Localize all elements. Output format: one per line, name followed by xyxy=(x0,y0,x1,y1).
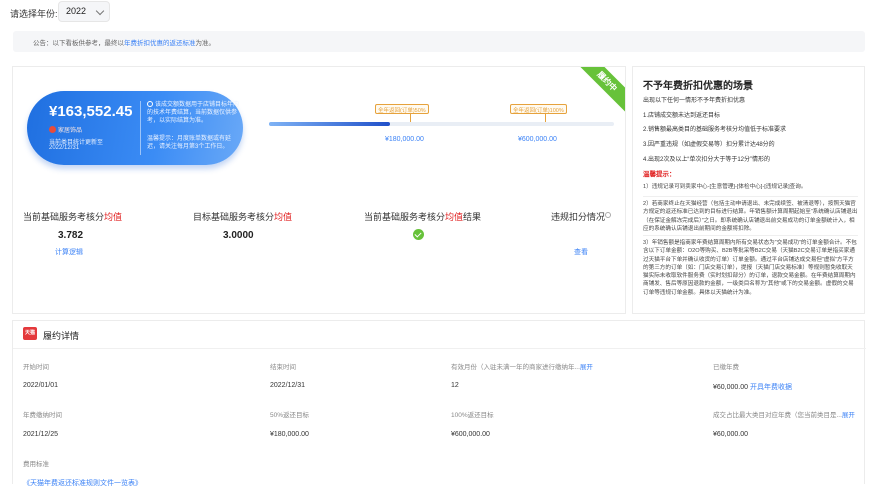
year-filter-label: 请选择年份: xyxy=(10,9,58,19)
field-label: 已缴年费 xyxy=(713,364,739,371)
field-label: 开始时间 xyxy=(23,364,49,371)
rules-card: 不予年费折扣优惠的场景 出现以下任何一情形不予年费折扣优惠 1.店铺成交额未达到… xyxy=(632,66,865,314)
field-label: 费用标准 xyxy=(23,461,49,468)
issue-receipt-link[interactable]: 开具年费收据 xyxy=(750,384,792,391)
revenue-tip: 该成交额数据用于店铺目标年内的技术年费结算，当前数据仅供参考，以实际结算为准。 xyxy=(147,102,240,124)
metric-target-score-title: 目标基础服务考核分均值 xyxy=(193,210,292,223)
field-value: ¥600,000.00 xyxy=(451,431,490,438)
field-label: 50%返还目标 xyxy=(270,412,310,419)
target-flag-100-stem xyxy=(545,113,546,122)
fee-standard-link[interactable]: 《天猫年费返还标准规则文件一览表》 xyxy=(23,478,142,488)
field-value: 2022/12/31 xyxy=(270,382,306,389)
expand-link[interactable]: 展开 xyxy=(580,364,593,371)
revenue-reminder: 温馨提示：月度账单数据或有延迟，请关注每月第3个工作日。 xyxy=(147,136,232,150)
notice-link[interactable]: 年费折扣优惠的返还标准 xyxy=(124,40,196,47)
notice-prefix: 公告：以下看板供参考，最终以 xyxy=(33,40,124,47)
update-date: 2022/12/31 xyxy=(49,145,80,151)
rules-divider xyxy=(643,235,858,236)
target-flag-100: 全年返回(订单)100% xyxy=(510,104,567,114)
metric-title-highlight: 均值 xyxy=(274,212,293,222)
notice-suffix: 为准。 xyxy=(195,40,216,47)
metric-current-score-value: 3.782 xyxy=(58,230,84,241)
expand-link[interactable]: 展开 xyxy=(842,412,855,419)
rules-warning-title: 温馨提示： xyxy=(643,171,676,178)
field-value: ¥60,000.00 xyxy=(713,431,749,438)
tmall-logo: 天猫 xyxy=(23,327,37,340)
rule-item: 2.销售额最高类目的基础服务考核分均值低于标准要求 xyxy=(643,127,787,133)
field-label: 成交占比最大类目对应年费（您当前类目是...展开 xyxy=(713,409,855,419)
revenue-card: ¥163,552.45 家居饰品 当前类目统计更新至 2022/12/31 该成… xyxy=(27,91,243,165)
field-label: 有效月份（入驻未满一年的商家进行缴纳年...展开 xyxy=(451,361,593,371)
field-label: 结束时间 xyxy=(270,364,296,371)
metric-title-text: 违规扣分情况 xyxy=(551,212,606,222)
progress-fill xyxy=(269,122,390,126)
rule-item: 1.店铺成交额未达到返还目标 xyxy=(643,113,721,119)
detail-divider xyxy=(13,348,866,349)
field-value-text: ¥60,000.00 xyxy=(713,384,749,391)
target-flag-50-stem xyxy=(410,113,411,122)
metric-title-highlight: 均值 xyxy=(104,212,123,222)
check-circle-icon xyxy=(413,229,424,240)
calc-logic-link[interactable]: 计算逻辑 xyxy=(55,247,83,257)
field-label: 100%返还目标 xyxy=(451,412,494,419)
field-value: ¥60,000.00 开具年费收据 xyxy=(713,382,792,392)
metric-title-suffix: 结果 xyxy=(463,212,482,222)
metric-current-score-title: 当前基础服务考核分均值 xyxy=(23,210,122,223)
status-ribbon: 履约中 xyxy=(572,67,625,116)
rules-note-3: 3）年销售额是指商家年费结算周期内所有交易状态为“交易成功”的订单金额合计。不包… xyxy=(643,240,857,296)
rules-note-1: 1）违规记录可到卖家中心-[生意管理]-[体检中心]-[违规记录]查询。 xyxy=(643,184,807,190)
metric-title-highlight: 均值 xyxy=(445,212,464,222)
target-value-100: ¥600,000.00 xyxy=(518,136,557,143)
performance-detail-card: 天猫 履约详情 开始时间 2022/01/01 结束时间 2022/12/31 … xyxy=(12,320,866,487)
rules-title: 不予年费折扣优惠的场景 xyxy=(643,81,753,92)
metric-target-score-value: 3.0000 xyxy=(223,230,254,241)
field-label-text: 成交占比最大类目对应年费（您当前类目是... xyxy=(713,412,842,419)
field-value: 12 xyxy=(451,382,459,389)
notice-bar: 公告：以下看板供参考，最终以年费折扣优惠的返还标准为准。 xyxy=(13,31,865,52)
metric-title-text: 目标基础服务考核分 xyxy=(193,212,275,222)
target-value-50: ¥180,000.00 xyxy=(385,136,424,143)
chevron-down-icon xyxy=(95,6,105,16)
field-label: 年费缴纳时间 xyxy=(23,412,62,419)
year-select[interactable]: 2022 xyxy=(58,1,110,22)
revenue-amount: ¥163,552.45 xyxy=(49,103,133,120)
year-select-value: 2022 xyxy=(66,6,87,16)
info-icon[interactable] xyxy=(605,212,611,218)
rules-divider xyxy=(643,196,858,197)
rules-intro: 出现以下任何一情形不予年费折扣优惠 xyxy=(643,98,746,104)
rules-note-2: 2）若商家终止在天猫经营（包括主动申请退出、未完成续签、被清退等），按照天猫官方… xyxy=(643,201,858,232)
target-flag-50: 全年返回(订单)50% xyxy=(375,104,429,114)
field-value: ¥180,000.00 xyxy=(270,431,309,438)
category-mark-icon xyxy=(49,126,56,133)
metric-title-text: 当前基础服务考核分 xyxy=(364,212,446,222)
card-divider xyxy=(140,101,141,155)
rule-item: 4.出现2次及以上“单次扣分大于等于12分”情形的 xyxy=(643,157,771,163)
field-value: 2021/12/25 xyxy=(23,431,59,438)
field-label-text: 有效月份（入驻未满一年的商家进行缴纳年... xyxy=(451,364,580,371)
metric-violation-title: 违规扣分情况 xyxy=(551,210,605,223)
rule-item: 3.因严重违规（如虚假交易等）扣分累计达48分的 xyxy=(643,142,775,148)
view-violation-link[interactable]: 查看 xyxy=(574,247,588,257)
metric-title-text: 当前基础服务考核分 xyxy=(23,212,105,222)
category-name: 家居饰品 xyxy=(58,128,83,134)
detail-title: 履约详情 xyxy=(43,331,80,341)
field-value: 2022/01/01 xyxy=(23,382,59,389)
summary-card: 履约中 ¥163,552.45 家居饰品 当前类目统计更新至 2022/12/3… xyxy=(12,66,626,314)
metric-score-result-title: 当前基础服务考核分均值结果 xyxy=(364,210,481,223)
